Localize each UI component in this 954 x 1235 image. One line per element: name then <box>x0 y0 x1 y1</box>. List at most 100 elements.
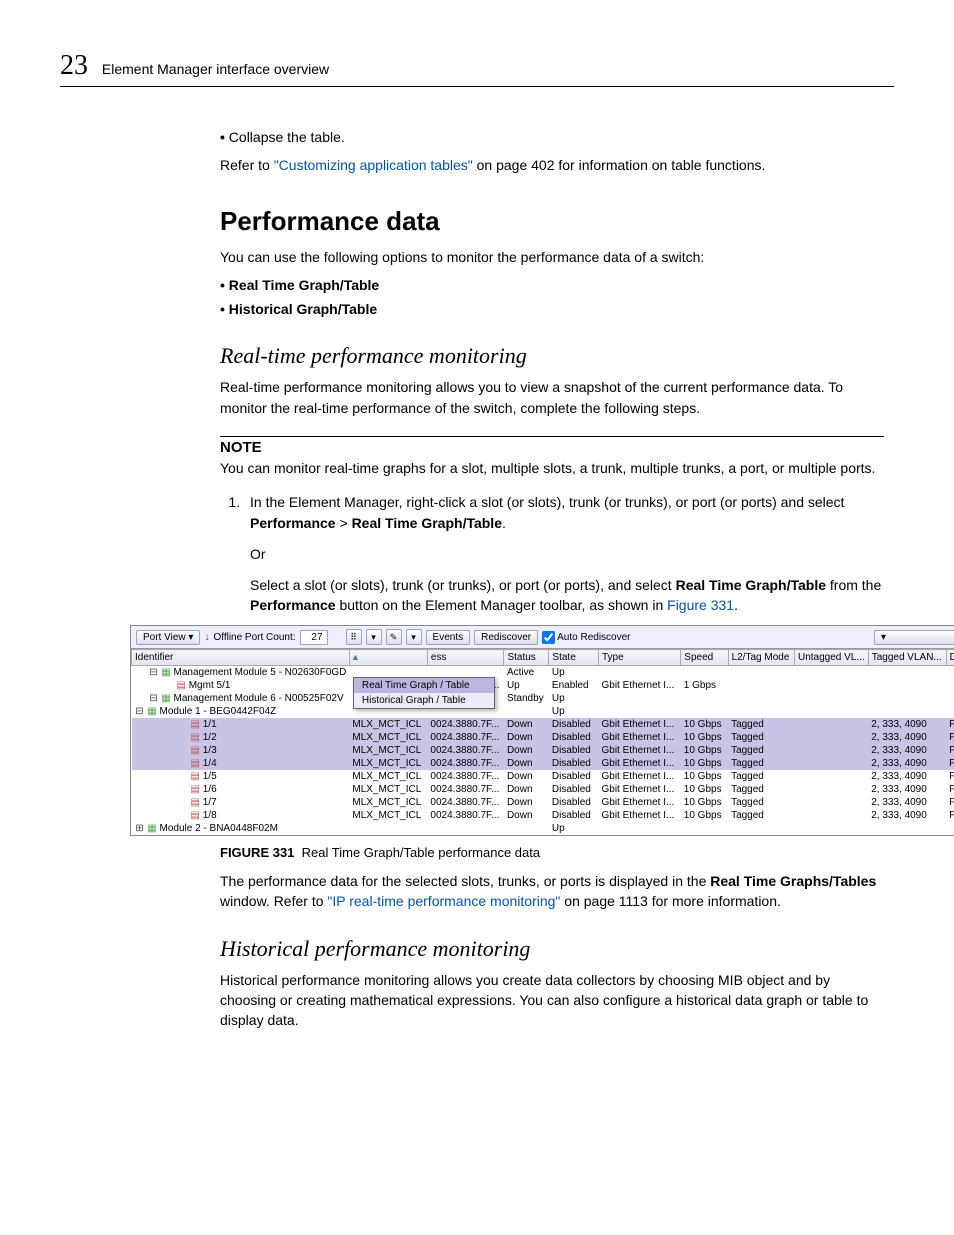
cell: Full-Duplex <box>946 783 954 796</box>
col-tagged[interactable]: Tagged VLAN... <box>868 650 946 666</box>
cell <box>599 666 681 680</box>
col-speed[interactable]: Speed <box>681 650 728 666</box>
cell <box>868 705 946 718</box>
cell: 2, 333, 4090 <box>868 796 946 809</box>
cell-identifier: ▤ Mgmt 5/1 <box>132 679 350 692</box>
cell <box>728 666 794 680</box>
cell: Up <box>549 692 599 705</box>
ip-realtime-link[interactable]: "IP real-time performance monitoring" <box>327 893 560 909</box>
menu-historical-graph[interactable]: Historical Graph / Table <box>354 693 494 708</box>
table-row[interactable]: ▤ Mgmt 5/10024.3880.7F...UpEnabledGbit E… <box>132 679 954 692</box>
cell <box>946 692 954 705</box>
table-row[interactable]: ⊟ ▦ Management Module 5 - N02630F0GDActi… <box>132 666 954 680</box>
cell <box>794 731 868 744</box>
cell: Active <box>504 666 549 680</box>
cell: MLX_MCT_ICL <box>349 809 427 822</box>
cell: Tagged <box>728 783 794 796</box>
col-identifier[interactable]: Identifier <box>132 650 350 666</box>
cell <box>681 666 728 680</box>
cell <box>794 718 868 731</box>
port-view-button[interactable]: Port View ▾ <box>136 630 200 645</box>
option-historical: Historical Graph/Table <box>220 299 884 319</box>
cell <box>794 809 868 822</box>
chart-icon[interactable]: ⠿ <box>346 629 362 645</box>
performance-data-heading: Performance data <box>220 206 884 237</box>
table-row[interactable]: ▤ 1/7MLX_MCT_ICL0024.3880.7F...DownDisab… <box>132 796 954 809</box>
step1-c-mid: from the <box>826 577 881 593</box>
col-sort[interactable]: ▴ Real Time Graph / Table Historical Gra… <box>349 650 427 666</box>
events-button[interactable]: Events <box>426 630 471 645</box>
cell: 2, 333, 4090 <box>868 731 946 744</box>
col-type[interactable]: Type <box>599 650 681 666</box>
table-row[interactable]: ▤ 1/1MLX_MCT_ICL0024.3880.7F...DownDisab… <box>132 718 954 731</box>
cell: 2, 333, 4090 <box>868 783 946 796</box>
cell <box>728 692 794 705</box>
col-l2tag[interactable]: L2/Tag Mode <box>728 650 794 666</box>
cell: Down <box>504 757 549 770</box>
cell: Down <box>504 731 549 744</box>
cell: Gbit Ethernet I... <box>599 809 681 822</box>
table-row[interactable]: ⊟ ▦ Module 1 - BEG0442F04ZUp <box>132 705 954 718</box>
cell-identifier: ▤ 1/2 <box>132 731 350 744</box>
table-row[interactable]: ▤ 1/6MLX_MCT_ICL0024.3880.7F...DownDisab… <box>132 783 954 796</box>
search-dropdown[interactable]: ▾ <box>874 630 954 645</box>
cell: Disabled <box>549 757 599 770</box>
auto-rediscover-checkbox[interactable] <box>542 631 555 644</box>
customizing-tables-link[interactable]: "Customizing application tables" <box>274 157 473 173</box>
performance-dropdown-menu: Real Time Graph / Table Historical Graph… <box>353 677 495 709</box>
cell-identifier: ▤ 1/1 <box>132 718 350 731</box>
tool-icon[interactable]: ✎ <box>386 629 402 645</box>
auto-rediscover-label[interactable]: Auto Rediscover <box>542 631 630 644</box>
col-status[interactable]: Status <box>504 650 549 666</box>
cell: Disabled <box>549 770 599 783</box>
option-realtime: Real Time Graph/Table <box>220 275 884 295</box>
cell: 0024.3880.7F... <box>427 718 504 731</box>
cell: Gbit Ethernet I... <box>599 718 681 731</box>
table-row[interactable]: ▤ 1/2MLX_MCT_ICL0024.3880.7F...DownDisab… <box>132 731 954 744</box>
cell-identifier: ▤ 1/3 <box>132 744 350 757</box>
cell: Tagged <box>728 757 794 770</box>
table-row[interactable]: ▤ 1/3MLX_MCT_ICL0024.3880.7F...DownDisab… <box>132 744 954 757</box>
step1-c-post: button on the Element Manager toolbar, a… <box>336 597 668 613</box>
step-1: In the Element Manager, right-click a sl… <box>244 492 884 615</box>
chart-dropdown-icon[interactable]: ▾ <box>366 629 382 645</box>
cell <box>728 705 794 718</box>
step1-rtgt: Real Time Graph/Table <box>352 515 502 531</box>
cell: 0024.3880.7F... <box>427 770 504 783</box>
cell <box>504 705 549 718</box>
cell: Gbit Ethernet I... <box>599 731 681 744</box>
figure-331-link[interactable]: Figure 331 <box>667 597 734 613</box>
cell: 0024.3880.7F... <box>427 796 504 809</box>
col-untagged[interactable]: Untagged VL... <box>794 650 868 666</box>
cell: 0024.3880.7F... <box>427 783 504 796</box>
rediscover-button[interactable]: Rediscover <box>474 630 538 645</box>
cell: Down <box>504 796 549 809</box>
cell <box>728 822 794 835</box>
col-duplex[interactable]: Duplex Mode <box>946 650 954 666</box>
cell: Gbit Ethernet I... <box>599 796 681 809</box>
menu-realtime-graph[interactable]: Real Time Graph / Table <box>354 678 494 693</box>
cell <box>946 705 954 718</box>
table-row[interactable]: ▤ 1/4MLX_MCT_ICL0024.3880.7F...DownDisab… <box>132 757 954 770</box>
cell: Up <box>549 822 599 835</box>
cell <box>504 822 549 835</box>
cell: MLX_MCT_ICL <box>349 718 427 731</box>
tool-dropdown-icon[interactable]: ▾ <box>406 629 422 645</box>
em-toolbar: Port View ▾ ↓ Offline Port Count: 27 ⠿ ▾… <box>131 626 954 649</box>
cell: Tagged <box>728 718 794 731</box>
table-row[interactable]: ▤ 1/5MLX_MCT_ICL0024.3880.7F...DownDisab… <box>132 770 954 783</box>
realtime-heading: Real-time performance monitoring <box>220 343 884 369</box>
cell <box>946 822 954 835</box>
table-row[interactable]: ⊞ ▦ Module 2 - BNA0448F02MUp <box>132 822 954 835</box>
cell <box>599 822 681 835</box>
cell <box>681 822 728 835</box>
table-row[interactable]: ⊟ ▦ Management Module 6 - N00525F02VStan… <box>132 692 954 705</box>
cell: Down <box>504 744 549 757</box>
table-row[interactable]: ▤ 1/8MLX_MCT_ICL0024.3880.7F...DownDisab… <box>132 809 954 822</box>
page-header: 23 Element Manager interface overview <box>60 50 894 87</box>
figure-number: FIGURE 331 <box>220 845 294 860</box>
cell: 10 Gbps <box>681 770 728 783</box>
historical-paragraph: Historical performance monitoring allows… <box>220 970 884 1031</box>
col-ess[interactable]: ess <box>427 650 504 666</box>
col-state[interactable]: State <box>549 650 599 666</box>
